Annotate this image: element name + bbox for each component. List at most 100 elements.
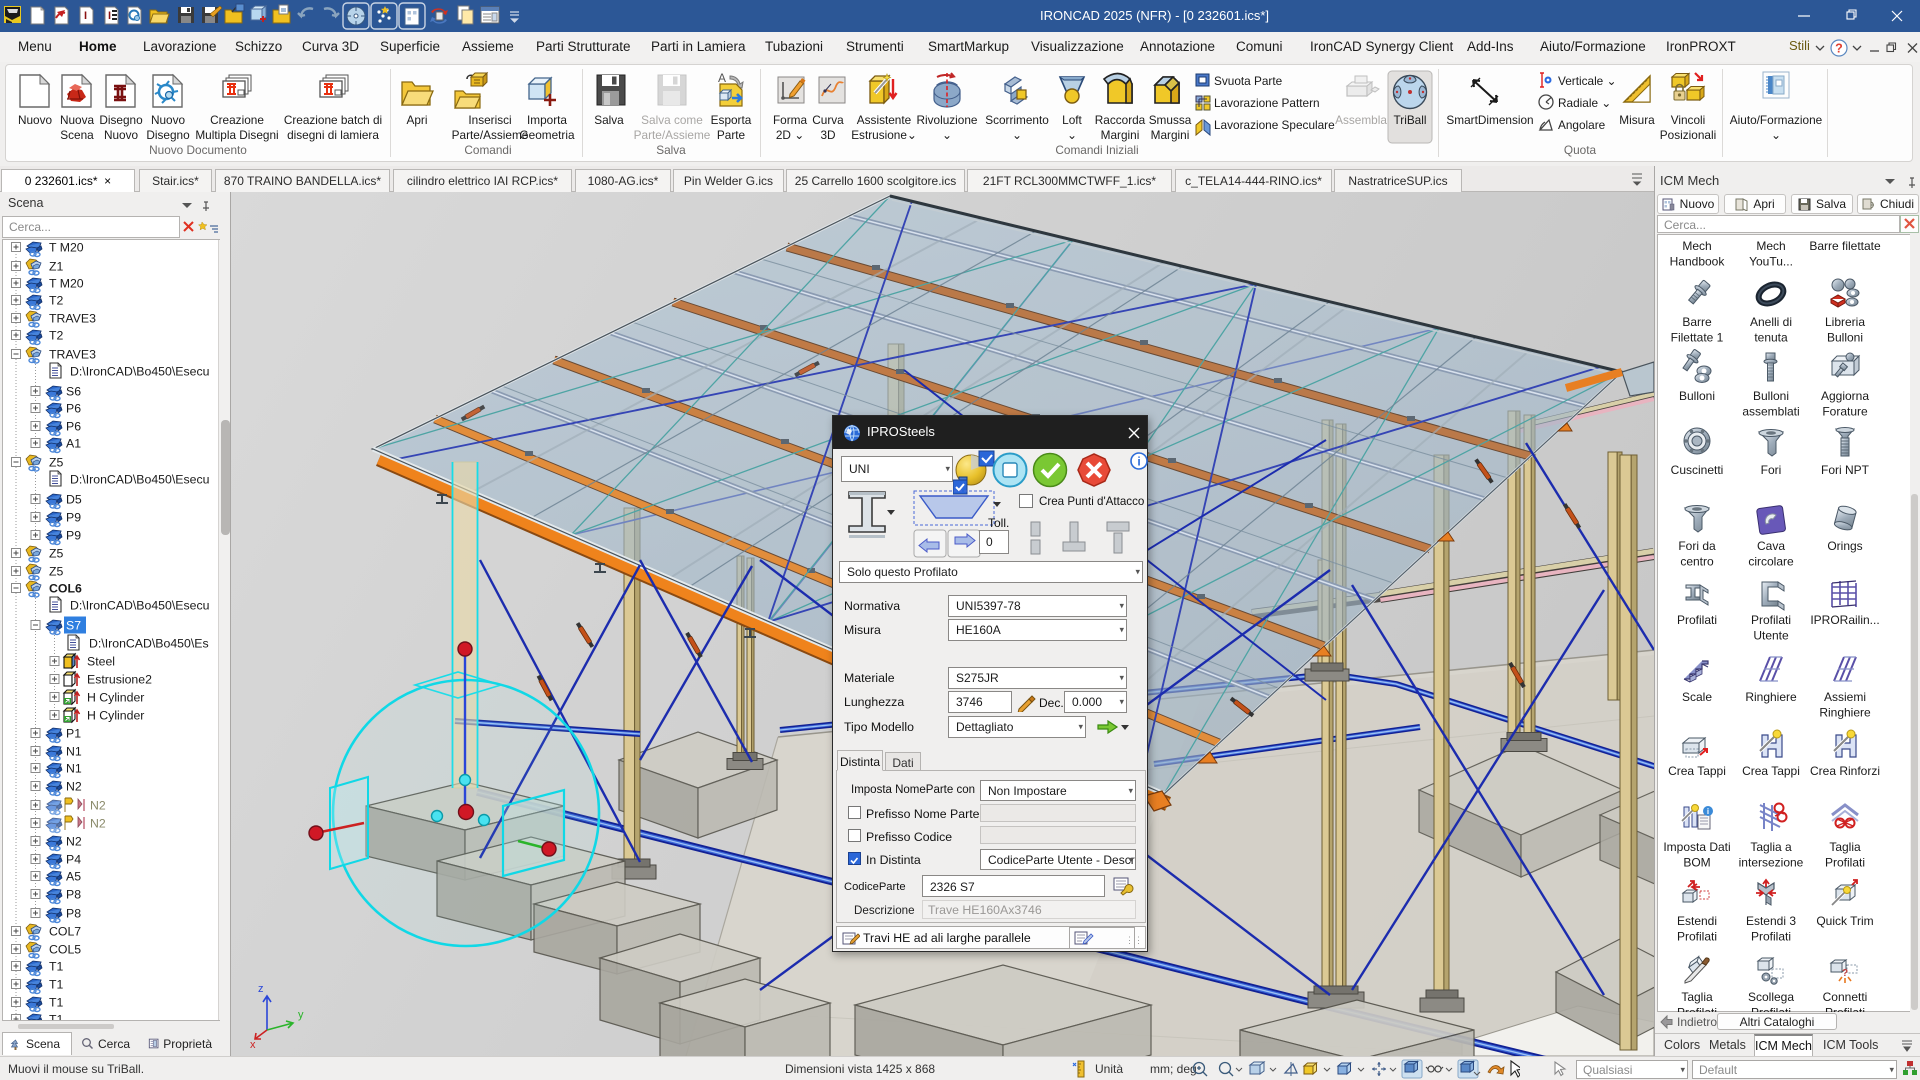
- svg-text:YouTu...: YouTu...: [1749, 255, 1793, 269]
- svg-text:Crea Tappi: Crea Tappi: [1742, 764, 1800, 778]
- svg-text:COL7: COL7: [49, 925, 81, 939]
- svg-text:TRAVE3: TRAVE3: [49, 348, 96, 362]
- svg-text:T M20: T M20: [49, 241, 84, 255]
- svg-text:Utente: Utente: [1753, 629, 1789, 643]
- svg-text:A: A: [718, 71, 726, 85]
- svg-text:Aggiorna: Aggiorna: [1821, 389, 1869, 403]
- svg-text:T1: T1: [49, 960, 64, 974]
- svg-text:Estrusione2: Estrusione2: [87, 673, 152, 687]
- svg-text:?: ?: [1842, 968, 1848, 979]
- svg-text:N1: N1: [66, 745, 82, 759]
- svg-text:IPRORailin...: IPRORailin...: [1810, 613, 1879, 627]
- svg-text:P9: P9: [66, 529, 81, 543]
- svg-text:Crea Tappi: Crea Tappi: [1668, 764, 1726, 778]
- svg-text:COL6: COL6: [49, 582, 82, 596]
- svg-text:Taglia a: Taglia a: [1750, 840, 1792, 854]
- svg-text:Fori NPT: Fori NPT: [1821, 463, 1870, 477]
- svg-text:centro: centro: [1680, 555, 1714, 569]
- svg-text:T M20: T M20: [49, 277, 84, 291]
- svg-text:COL5: COL5: [49, 943, 81, 957]
- svg-text:I: I: [84, 10, 87, 22]
- svg-text:Barre filettate: Barre filettate: [1809, 239, 1881, 253]
- svg-text:Barre: Barre: [1682, 315, 1712, 329]
- svg-text:Steel: Steel: [87, 655, 115, 669]
- svg-text:Z1: Z1: [49, 260, 64, 274]
- svg-text:Assiemi: Assiemi: [1824, 690, 1866, 704]
- svg-text:H Cylinder: H Cylinder: [87, 709, 144, 723]
- svg-text:P1: P1: [66, 727, 81, 741]
- svg-text:N1: N1: [66, 762, 82, 776]
- svg-text:Crea Rinforzi: Crea Rinforzi: [1810, 764, 1880, 778]
- svg-text:y: y: [298, 1009, 304, 1021]
- svg-text:Profilati: Profilati: [1677, 930, 1717, 944]
- svg-text:P8: P8: [66, 888, 81, 902]
- svg-text:Libreria: Libreria: [1825, 315, 1865, 329]
- svg-text:Z5: Z5: [49, 547, 64, 561]
- svg-text:Mech: Mech: [1682, 239, 1711, 253]
- svg-text:I: I: [108, 10, 111, 22]
- svg-text:T1: T1: [49, 978, 64, 992]
- svg-text:Estendi 3: Estendi 3: [1746, 914, 1796, 928]
- svg-text:N2: N2: [66, 835, 82, 849]
- svg-text:D:\IronCAD\Bo450\Esecu: D:\IronCAD\Bo450\Esecu: [70, 473, 210, 487]
- svg-text:?: ?: [1835, 42, 1843, 56]
- svg-text:Profilati: Profilati: [1677, 613, 1717, 627]
- svg-text:intersezione: intersezione: [1739, 856, 1804, 870]
- svg-text:Filettate 1: Filettate 1: [1671, 331, 1724, 345]
- svg-text:i: i: [1137, 455, 1140, 469]
- svg-text:Z5: Z5: [49, 456, 64, 470]
- svg-text:Anelli di: Anelli di: [1750, 315, 1792, 329]
- svg-text:T2: T2: [49, 329, 64, 343]
- svg-text:Profilati: Profilati: [1825, 856, 1865, 870]
- svg-text:Taglia: Taglia: [1829, 840, 1861, 854]
- svg-text:Fori: Fori: [1761, 463, 1782, 477]
- svg-text:D5: D5: [66, 493, 82, 507]
- svg-text:Mech: Mech: [1756, 239, 1785, 253]
- svg-text:D:\IronCAD\Bo450\Es: D:\IronCAD\Bo450\Es: [89, 637, 209, 651]
- svg-text:assemblati: assemblati: [1742, 405, 1799, 419]
- svg-text:T1: T1: [49, 1013, 64, 1022]
- svg-text:Handbook: Handbook: [1670, 255, 1726, 269]
- svg-text:Ringhiere: Ringhiere: [1745, 690, 1797, 704]
- svg-text:Fori da: Fori da: [1678, 539, 1716, 553]
- svg-text:Bulloni: Bulloni: [1827, 331, 1863, 345]
- svg-text:z: z: [258, 983, 264, 995]
- svg-text:Forature: Forature: [1822, 405, 1868, 419]
- svg-text:Scale: Scale: [1682, 690, 1712, 704]
- svg-text:Quick Trim: Quick Trim: [1816, 914, 1873, 928]
- svg-text:A1: A1: [66, 437, 81, 451]
- svg-text:S6: S6: [66, 385, 81, 399]
- svg-text:Bulloni: Bulloni: [1679, 389, 1715, 403]
- svg-text:Taglia: Taglia: [1681, 990, 1713, 1004]
- svg-text:Connetti: Connetti: [1823, 990, 1868, 1004]
- svg-text:Scollega: Scollega: [1748, 990, 1794, 1004]
- svg-text:Imposta Dati: Imposta Dati: [1663, 840, 1730, 854]
- svg-text:i: i: [1707, 807, 1709, 816]
- svg-text:H Cylinder: H Cylinder: [87, 691, 144, 705]
- svg-text:T2: T2: [49, 294, 64, 308]
- svg-text:N2: N2: [66, 780, 82, 794]
- svg-text:D:\IronCAD\Bo450\Esecu: D:\IronCAD\Bo450\Esecu: [70, 599, 210, 613]
- svg-text:D:\IronCAD\Bo450\Esecu: D:\IronCAD\Bo450\Esecu: [70, 365, 210, 379]
- svg-text:Cuscinetti: Cuscinetti: [1671, 463, 1724, 477]
- svg-text:TRAVE3: TRAVE3: [49, 312, 96, 326]
- svg-text:P6: P6: [66, 402, 81, 416]
- svg-text:Bulloni: Bulloni: [1753, 389, 1789, 403]
- svg-text:P9: P9: [66, 511, 81, 525]
- svg-text:x: x: [250, 1039, 256, 1051]
- svg-text:Ringhiere: Ringhiere: [1819, 706, 1871, 720]
- svg-text:Cava: Cava: [1757, 539, 1785, 553]
- svg-text:Z5: Z5: [49, 565, 64, 579]
- svg-text:Estendi: Estendi: [1677, 914, 1717, 928]
- svg-text:Profilati: Profilati: [1751, 930, 1791, 944]
- svg-text:P8: P8: [66, 907, 81, 921]
- svg-text:T1: T1: [49, 996, 64, 1010]
- svg-text:A5: A5: [66, 870, 81, 884]
- svg-text:S7: S7: [66, 619, 81, 633]
- svg-text:tenuta: tenuta: [1754, 331, 1788, 345]
- svg-text:Orings: Orings: [1827, 539, 1862, 553]
- svg-text:N2: N2: [90, 799, 106, 813]
- svg-text:BOM: BOM: [1683, 856, 1710, 870]
- svg-text:N2: N2: [90, 817, 106, 831]
- svg-text:circolare: circolare: [1748, 555, 1794, 569]
